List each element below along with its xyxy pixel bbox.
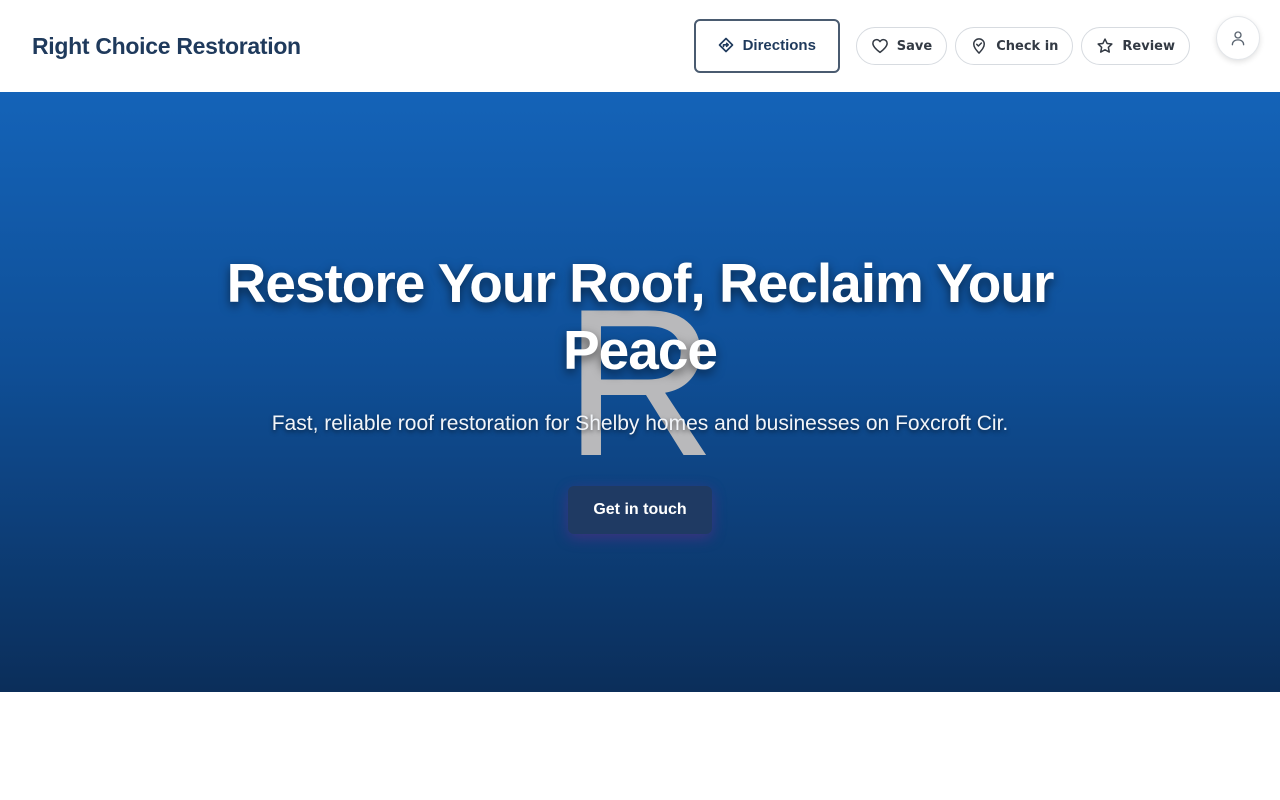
review-label: Review [1122, 38, 1175, 54]
directions-label: Directions [742, 36, 816, 54]
account-button[interactable] [1216, 16, 1260, 60]
save-button[interactable]: Save [855, 27, 948, 65]
user-icon [1231, 31, 1245, 46]
star-icon [1097, 38, 1113, 53]
site-header: Right Choice Restoration Directions Save… [0, 0, 1280, 92]
review-button[interactable]: Review [1081, 27, 1190, 65]
hero-subtitle: Fast, reliable roof restoration for Shel… [271, 412, 1009, 435]
directions-button[interactable]: Directions [693, 19, 840, 73]
map-pin-icon [973, 38, 986, 54]
header-actions: Directions Save Check in Review [693, 16, 1260, 73]
brand-name[interactable]: Right Choice Restoration [32, 33, 301, 60]
check-in-button[interactable]: Check in [955, 27, 1074, 65]
hero-banner: R Restore Your Roof, Reclaim Your Peace … [0, 92, 1280, 692]
heart-icon [871, 38, 888, 54]
hero-title: Restore Your Roof, Reclaim Your Peace [226, 252, 1055, 381]
directions-icon [718, 37, 733, 53]
check-in-label: Check in [996, 38, 1059, 54]
save-label: Save [896, 38, 933, 54]
get-in-touch-button[interactable]: Get in touch [568, 486, 712, 534]
